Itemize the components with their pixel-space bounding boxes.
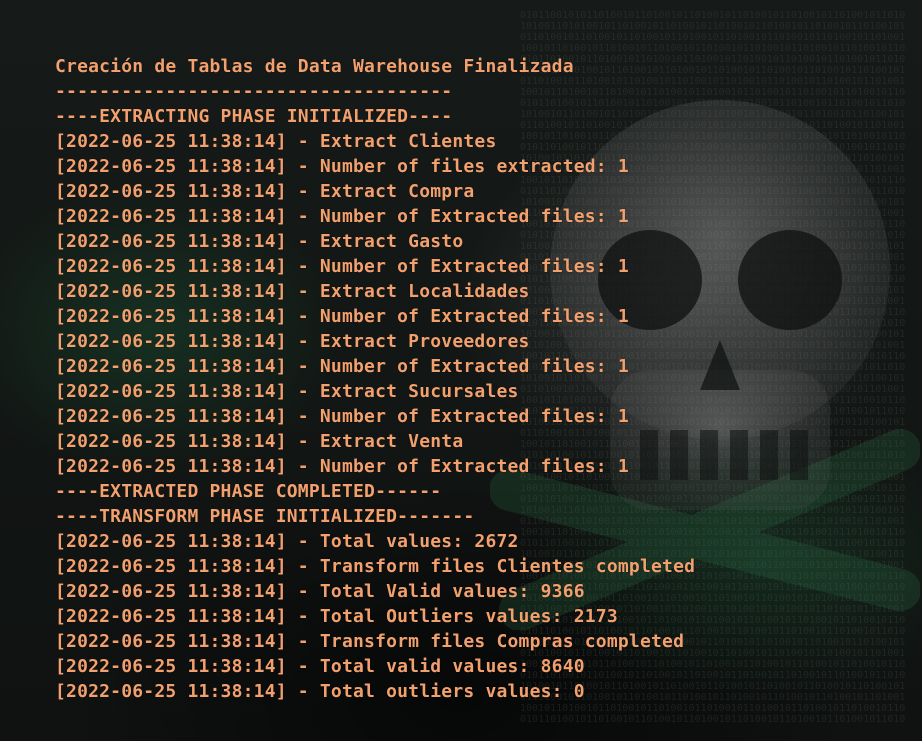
console-line: [2022-06-25 11:38:14] - Number of Extrac…: [55, 406, 629, 427]
console-line: [2022-06-25 11:38:14] - Number of Extrac…: [55, 206, 629, 227]
console-line: [2022-06-25 11:38:14] - Extract Gasto: [55, 231, 464, 252]
console-line: [2022-06-25 11:38:14] - Number of Extrac…: [55, 306, 629, 327]
console-line: [2022-06-25 11:38:14] - Number of Extrac…: [55, 456, 629, 477]
console-line: [2022-06-25 11:38:14] - Number of files …: [55, 156, 629, 177]
console-output: Creación de Tablas de Data Warehouse Fin…: [55, 54, 922, 704]
console-line: [2022-06-25 11:38:14] - Number of Extrac…: [55, 256, 629, 277]
console-line: [2022-06-25 11:38:14] - Extract Compra: [55, 181, 475, 202]
console-line: [2022-06-25 11:38:14] - Transform files …: [55, 631, 685, 652]
console-line: [2022-06-25 11:38:14] - Transform files …: [55, 556, 696, 577]
console-line: [2022-06-25 11:38:14] - Extract Proveedo…: [55, 331, 530, 352]
console-line: [2022-06-25 11:38:14] - Extract Clientes: [55, 131, 497, 152]
console-line: [2022-06-25 11:38:14] - Extract Localida…: [55, 281, 530, 302]
console-line: ----EXTRACTED PHASE COMPLETED------: [55, 481, 442, 502]
console-line: [2022-06-25 11:38:14] - Total Valid valu…: [55, 581, 585, 602]
console-line: Creación de Tablas de Data Warehouse Fin…: [55, 56, 574, 77]
console-line: [2022-06-25 11:38:14] - Extract Sucursal…: [55, 381, 519, 402]
console-line: [2022-06-25 11:38:14] - Total valid valu…: [55, 656, 585, 677]
console-line: [2022-06-25 11:38:14] - Total values: 26…: [55, 531, 519, 552]
console-line: ------------------------------------: [55, 81, 453, 102]
console-line: [2022-06-25 11:38:14] - Extract Venta: [55, 431, 464, 452]
console-line: ----EXTRACTING PHASE INITIALIZED----: [55, 106, 453, 127]
console-line: [2022-06-25 11:38:14] - Total outliers v…: [55, 681, 585, 702]
console-line: ----TRANSFORM PHASE INITIALIZED-------: [55, 506, 475, 527]
console-line: [2022-06-25 11:38:14] - Number of Extrac…: [55, 356, 629, 377]
console-line: [2022-06-25 11:38:14] - Total Outliers v…: [55, 606, 618, 627]
